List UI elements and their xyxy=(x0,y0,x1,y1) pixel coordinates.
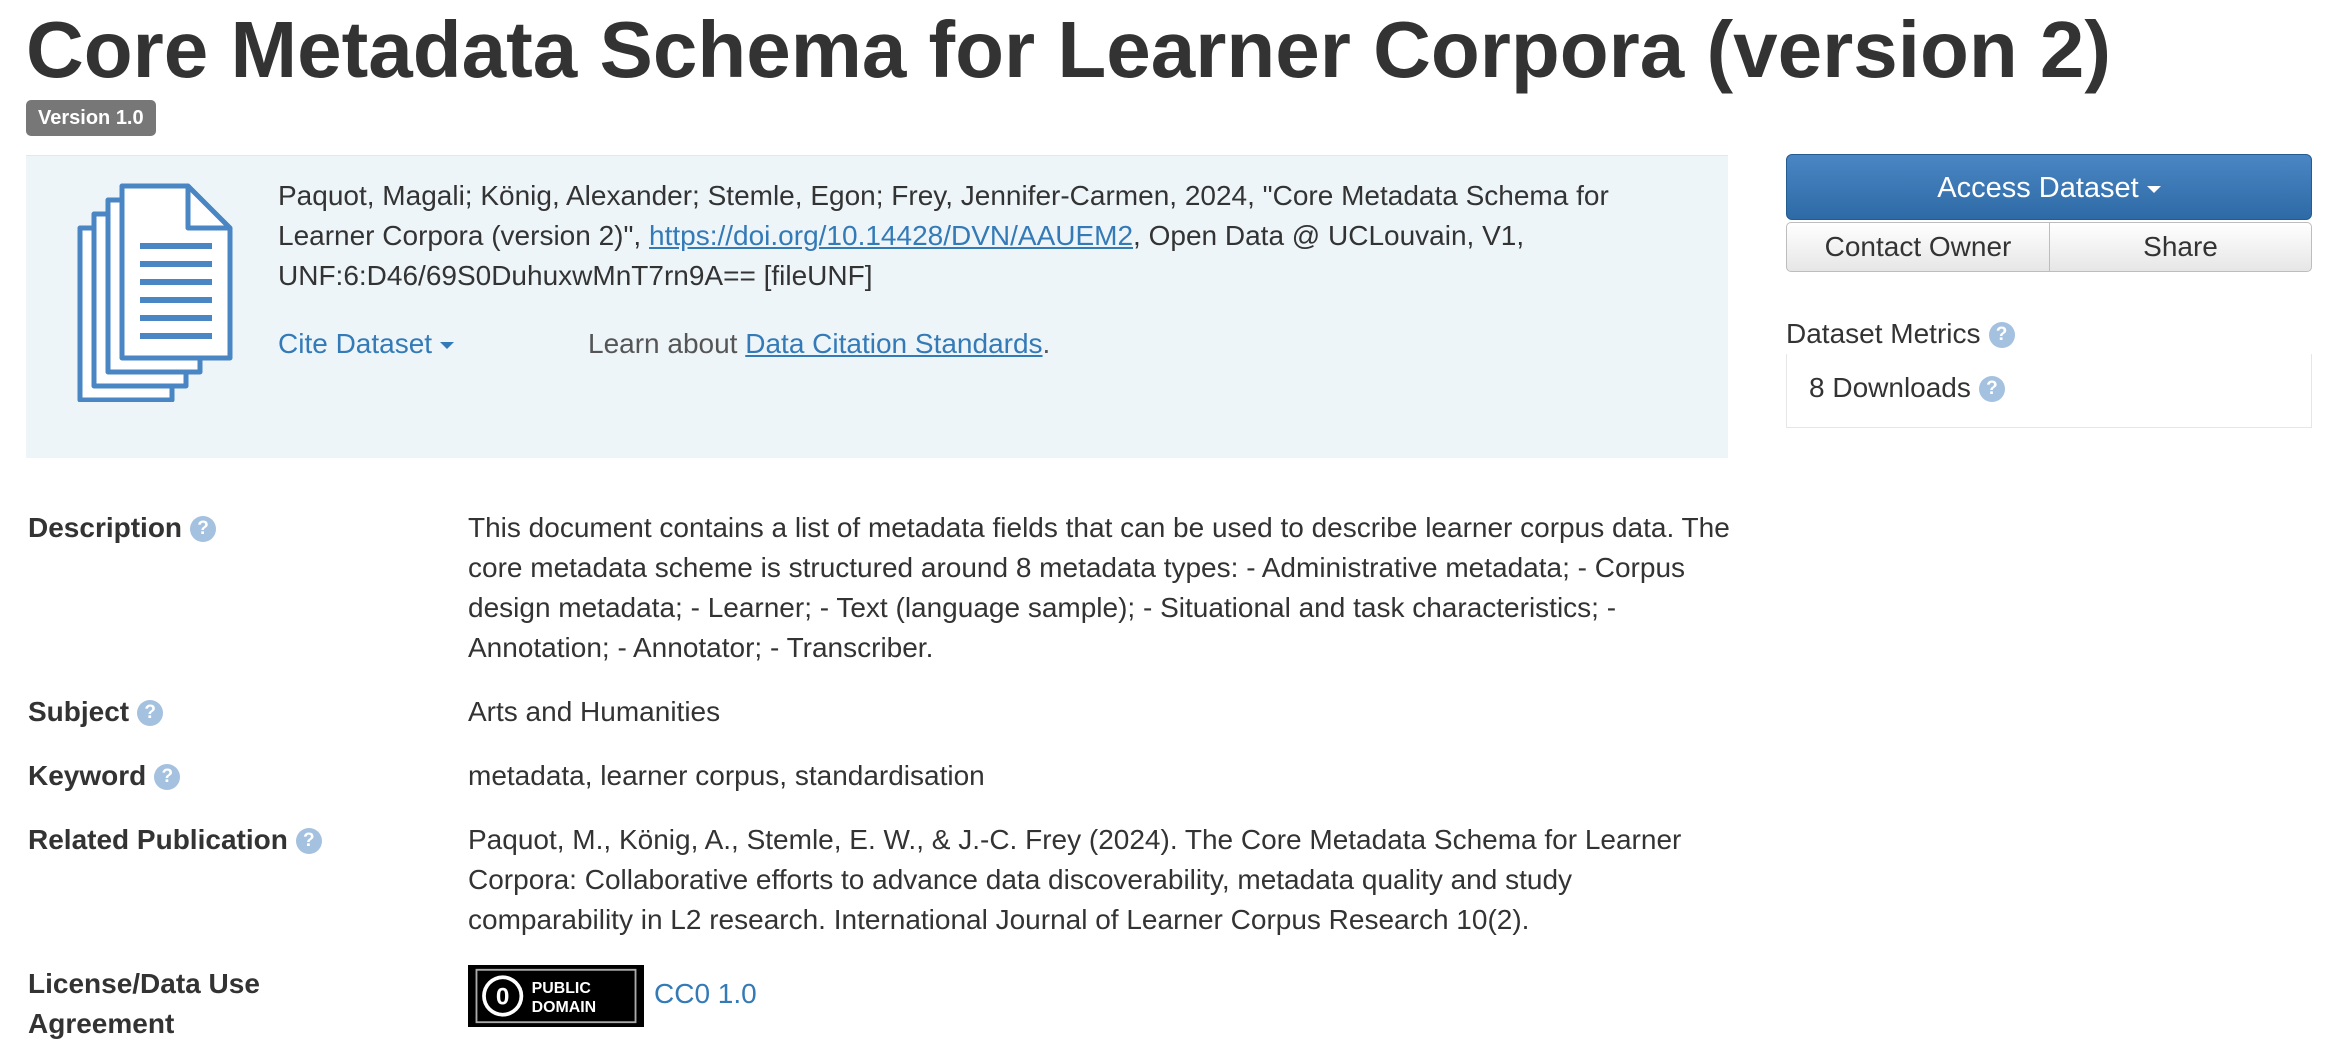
data-citation-standards-link[interactable]: Data Citation Standards xyxy=(745,328,1042,359)
public-domain-line2: DOMAIN xyxy=(532,999,596,1016)
keyword-label: Keyword xyxy=(28,760,147,791)
related-publication-label-row: Related Publication? xyxy=(28,820,448,860)
document-stack-icon xyxy=(77,183,233,402)
access-dataset-label: Access Dataset xyxy=(1937,172,2139,204)
help-icon[interactable]: ? xyxy=(1988,322,2015,348)
access-dataset-button[interactable]: Access Dataset xyxy=(1786,154,2312,220)
help-icon[interactable]: ? xyxy=(190,516,217,542)
description-value: This document contains a list of metadat… xyxy=(468,512,1730,663)
help-icon[interactable]: ? xyxy=(137,700,164,726)
citation-box: Paquot, Magali; König, Alexander; Stemle… xyxy=(26,155,1728,458)
related-publication-value: Paquot, M., König, A., Stemle, E. W., & … xyxy=(468,824,1682,935)
keyword-label-row: Keyword? xyxy=(28,756,448,796)
description-label-row: Description? xyxy=(28,508,448,548)
public-domain-badge[interactable]: 0 PUBLIC DOMAIN xyxy=(468,965,644,1027)
description-label: Description xyxy=(28,512,183,543)
share-button[interactable]: Share xyxy=(2049,222,2312,272)
contact-owner-button[interactable]: Contact Owner xyxy=(1786,222,2050,272)
page-title: Core Metadata Schema for Learner Corpora… xyxy=(26,5,2112,94)
related-publication-label: Related Publication xyxy=(28,824,288,855)
public-domain-line1: PUBLIC xyxy=(532,980,592,997)
help-icon[interactable]: ? xyxy=(154,764,181,790)
downloads-metric: 8 Downloads? xyxy=(1809,368,2005,408)
caret-down-icon xyxy=(2146,185,2161,193)
caret-down-icon xyxy=(440,342,455,350)
help-icon[interactable]: ? xyxy=(1978,376,2005,402)
subject-label: Subject xyxy=(28,696,130,727)
cite-dataset-label: Cite Dataset xyxy=(278,328,433,359)
cc0-license-link[interactable]: CC0 1.0 xyxy=(654,974,757,1014)
cite-dataset-dropdown[interactable]: Cite Dataset xyxy=(278,324,455,364)
owner-share-button-group: Contact Owner Share xyxy=(1786,222,2312,272)
downloads-count: 8 Downloads xyxy=(1809,372,1971,403)
subject-value: Arts and Humanities xyxy=(468,696,721,727)
keyword-value: metadata, learner corpus, standardisatio… xyxy=(468,760,985,791)
dataset-page: Core Metadata Schema for Learner Corpora… xyxy=(0,0,2340,1062)
dataset-metrics-title: Dataset Metrics xyxy=(1786,318,1981,349)
dataset-metrics-panel: 8 Downloads? xyxy=(1786,354,2312,428)
learn-about-prefix: Learn about xyxy=(588,328,746,359)
version-badge: Version 1.0 xyxy=(26,100,156,136)
learn-about-suffix: . xyxy=(1042,328,1051,359)
subject-label-row: Subject? xyxy=(28,692,448,732)
help-icon[interactable]: ? xyxy=(295,828,322,854)
license-label: License/Data Use Agreement xyxy=(28,968,260,1039)
dataset-metrics-heading: Dataset Metrics? xyxy=(1786,314,2015,354)
doi-link[interactable]: https://doi.org/10.14428/DVN/AAUEM2 xyxy=(649,220,1133,251)
citation-text: Paquot, Magali; König, Alexander; Stemle… xyxy=(278,176,1698,296)
learn-about-citation: Learn about Data Citation Standards. xyxy=(588,324,1050,364)
public-domain-zero: 0 xyxy=(496,983,510,1010)
